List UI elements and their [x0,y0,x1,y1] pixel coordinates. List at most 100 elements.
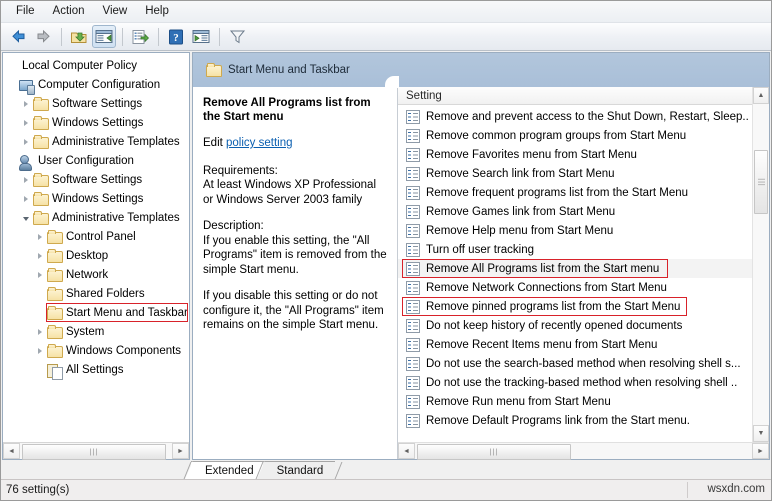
requirements-block: Requirements: At least Windows XP Profes… [203,164,387,208]
menu-item-view[interactable]: View [94,3,137,20]
tree-item-label: Software Settings [52,97,143,110]
folder-icon [32,191,49,207]
status-separator [687,482,688,498]
up-folder-icon[interactable] [67,25,91,48]
settings-list-item[interactable]: Remove All Programs list from the Start … [398,259,752,278]
help-icon[interactable]: ? [164,25,188,48]
settings-list-item[interactable]: Do not use the search-based method when … [398,354,752,373]
console-tree[interactable]: Local Computer Policy Computer Configurat… [3,53,189,442]
tree-item-windows-settings[interactable]: Windows Settings [3,189,189,208]
chevron-right-icon[interactable] [33,271,46,278]
tree-item-software-settings[interactable]: Software Settings [3,170,189,189]
tab-extended-edge [183,462,192,479]
column-header-setting[interactable]: Setting [398,87,752,105]
tree-item-label: Windows Settings [52,192,144,205]
menu-bar: File Action View Help [1,1,771,23]
tree-item-local-computer-policy[interactable]: Local Computer Policy [3,56,189,75]
chevron-right-icon[interactable] [33,233,46,240]
chevron-right-icon[interactable] [33,252,46,259]
folder-icon [32,96,49,112]
console-tree-pane: Local Computer Policy Computer Configurat… [2,52,190,460]
list-scroll-left-icon[interactable]: ◄ [398,443,415,459]
chevron-right-icon[interactable] [19,119,32,126]
show-hide-console-tree-icon[interactable] [92,25,116,48]
menu-item-action[interactable]: Action [44,3,94,20]
folder-icon [46,324,63,340]
menu-item-file[interactable]: File [7,3,44,20]
tab-standard[interactable]: Standard [255,461,343,479]
settings-list-item[interactable]: Remove Recent Items menu from Start Menu [398,335,752,354]
menu-item-help[interactable]: Help [136,3,178,20]
back-icon[interactable] [6,25,30,48]
export-list-icon[interactable] [128,25,152,48]
settings-horizontal-scrollbar[interactable]: ◄ ||| ► [398,442,769,460]
scroll-left-icon[interactable]: ◄ [3,443,20,459]
settings-list-item[interactable]: Turn off user tracking [398,240,752,259]
tree-item-all-settings[interactable]: All Settings [3,360,189,380]
tree-item-desktop[interactable]: Desktop [3,246,189,265]
tree-item-label: Computer Configuration [38,78,161,91]
tree-item-start-menu-and-taskbar[interactable]: Start Menu and Taskbar [3,303,189,322]
policy-setting-icon [406,375,420,390]
filter-icon[interactable] [225,25,249,48]
scroll-right-icon[interactable]: ► [172,443,189,459]
tab-extended[interactable]: Extended [183,461,266,479]
list-scroll-right-icon[interactable]: ► [752,443,769,459]
settings-list-item[interactable]: Remove Help menu from Start Menu [398,221,752,240]
tree-item-computer-configuration[interactable]: Computer Configuration [3,75,189,95]
tree-item-label: Control Panel [66,230,136,243]
tree-hscroll-thumb[interactable]: ||| [22,444,166,460]
settings-list-item[interactable]: Remove and prevent access to the Shut Do… [398,107,752,126]
settings-list-item[interactable]: Remove Search link from Start Menu [398,164,752,183]
settings-list-item[interactable]: Remove pinned programs list from the Sta… [398,297,752,316]
settings-items[interactable]: Remove and prevent access to the Shut Do… [398,105,752,442]
tree-item-windows-settings[interactable]: Windows Settings [3,113,189,132]
status-bar: 76 setting(s) wsxdn.com [1,479,771,500]
scroll-down-icon[interactable]: ▼ [753,425,769,442]
folder-icon [46,305,63,321]
settings-list-item[interactable]: Do not use the tracking-based method whe… [398,373,752,392]
chevron-right-icon[interactable] [19,100,32,107]
tree-item-user-configuration[interactable]: User Configuration [3,151,189,171]
settings-list-item[interactable]: Remove Run menu from Start Menu [398,392,752,411]
chevron-right-icon[interactable] [33,347,46,354]
tree-item-system[interactable]: System [3,322,189,341]
tree-item-label: Start Menu and Taskbar [66,306,188,319]
settings-vscroll-track[interactable]: ||| [753,104,769,425]
settings-list-item[interactable]: Remove frequent programs list from the S… [398,183,752,202]
chevron-right-icon[interactable] [19,176,32,183]
description-paragraph-2: If you disable this setting or do not co… [203,290,384,331]
settings-list-item[interactable]: Do not keep history of recently opened d… [398,316,752,335]
tree-item-network[interactable]: Network [3,265,189,284]
settings-list-item[interactable]: Remove common program groups from Start … [398,126,752,145]
tab-spacer [1,460,191,479]
forward-icon[interactable] [31,25,55,48]
tree-item-administrative-templates[interactable]: Administrative Templates [3,132,189,151]
settings-list-item[interactable]: Remove Games link from Start Menu [398,202,752,221]
chevron-right-icon[interactable] [33,328,46,335]
chevron-right-icon[interactable] [19,138,32,145]
tree-item-windows-components[interactable]: Windows Components [3,341,189,360]
tree-item-label: System [66,325,105,338]
show-hide-action-pane-icon[interactable] [189,25,213,48]
chevron-right-icon[interactable] [19,195,32,202]
tree-hscroll-track[interactable]: ||| [20,443,172,460]
chevron-down-icon[interactable] [19,215,32,221]
tree-item-administrative-templates[interactable]: Administrative Templates [3,208,189,227]
folder-icon [205,62,222,78]
tree-item-control-panel[interactable]: Control Panel [3,227,189,246]
list-hscroll-thumb[interactable]: ||| [417,444,571,460]
tree-horizontal-scrollbar[interactable]: ◄ ||| ► [3,442,189,460]
tree-item-shared-folders[interactable]: Shared Folders [3,284,189,303]
settings-list-item[interactable]: Remove Network Connections from Start Me… [398,278,752,297]
settings-vscroll-thumb[interactable]: ||| [754,150,768,214]
settings-list-item-label: Do not keep history of recently opened d… [426,319,683,332]
list-hscroll-track[interactable]: ||| [415,443,752,460]
description-pane: Remove All Programs list from the Start … [193,87,398,459]
scroll-up-icon[interactable]: ▲ [753,87,769,104]
tree-item-software-settings[interactable]: Software Settings [3,94,189,113]
policy-setting-link[interactable]: policy setting [226,137,292,149]
settings-list-item[interactable]: Remove Favorites menu from Start Menu [398,145,752,164]
settings-list-item[interactable]: Remove Default Programs link from the St… [398,411,752,430]
settings-vertical-scrollbar[interactable]: ▲ ||| ▼ [752,87,769,442]
